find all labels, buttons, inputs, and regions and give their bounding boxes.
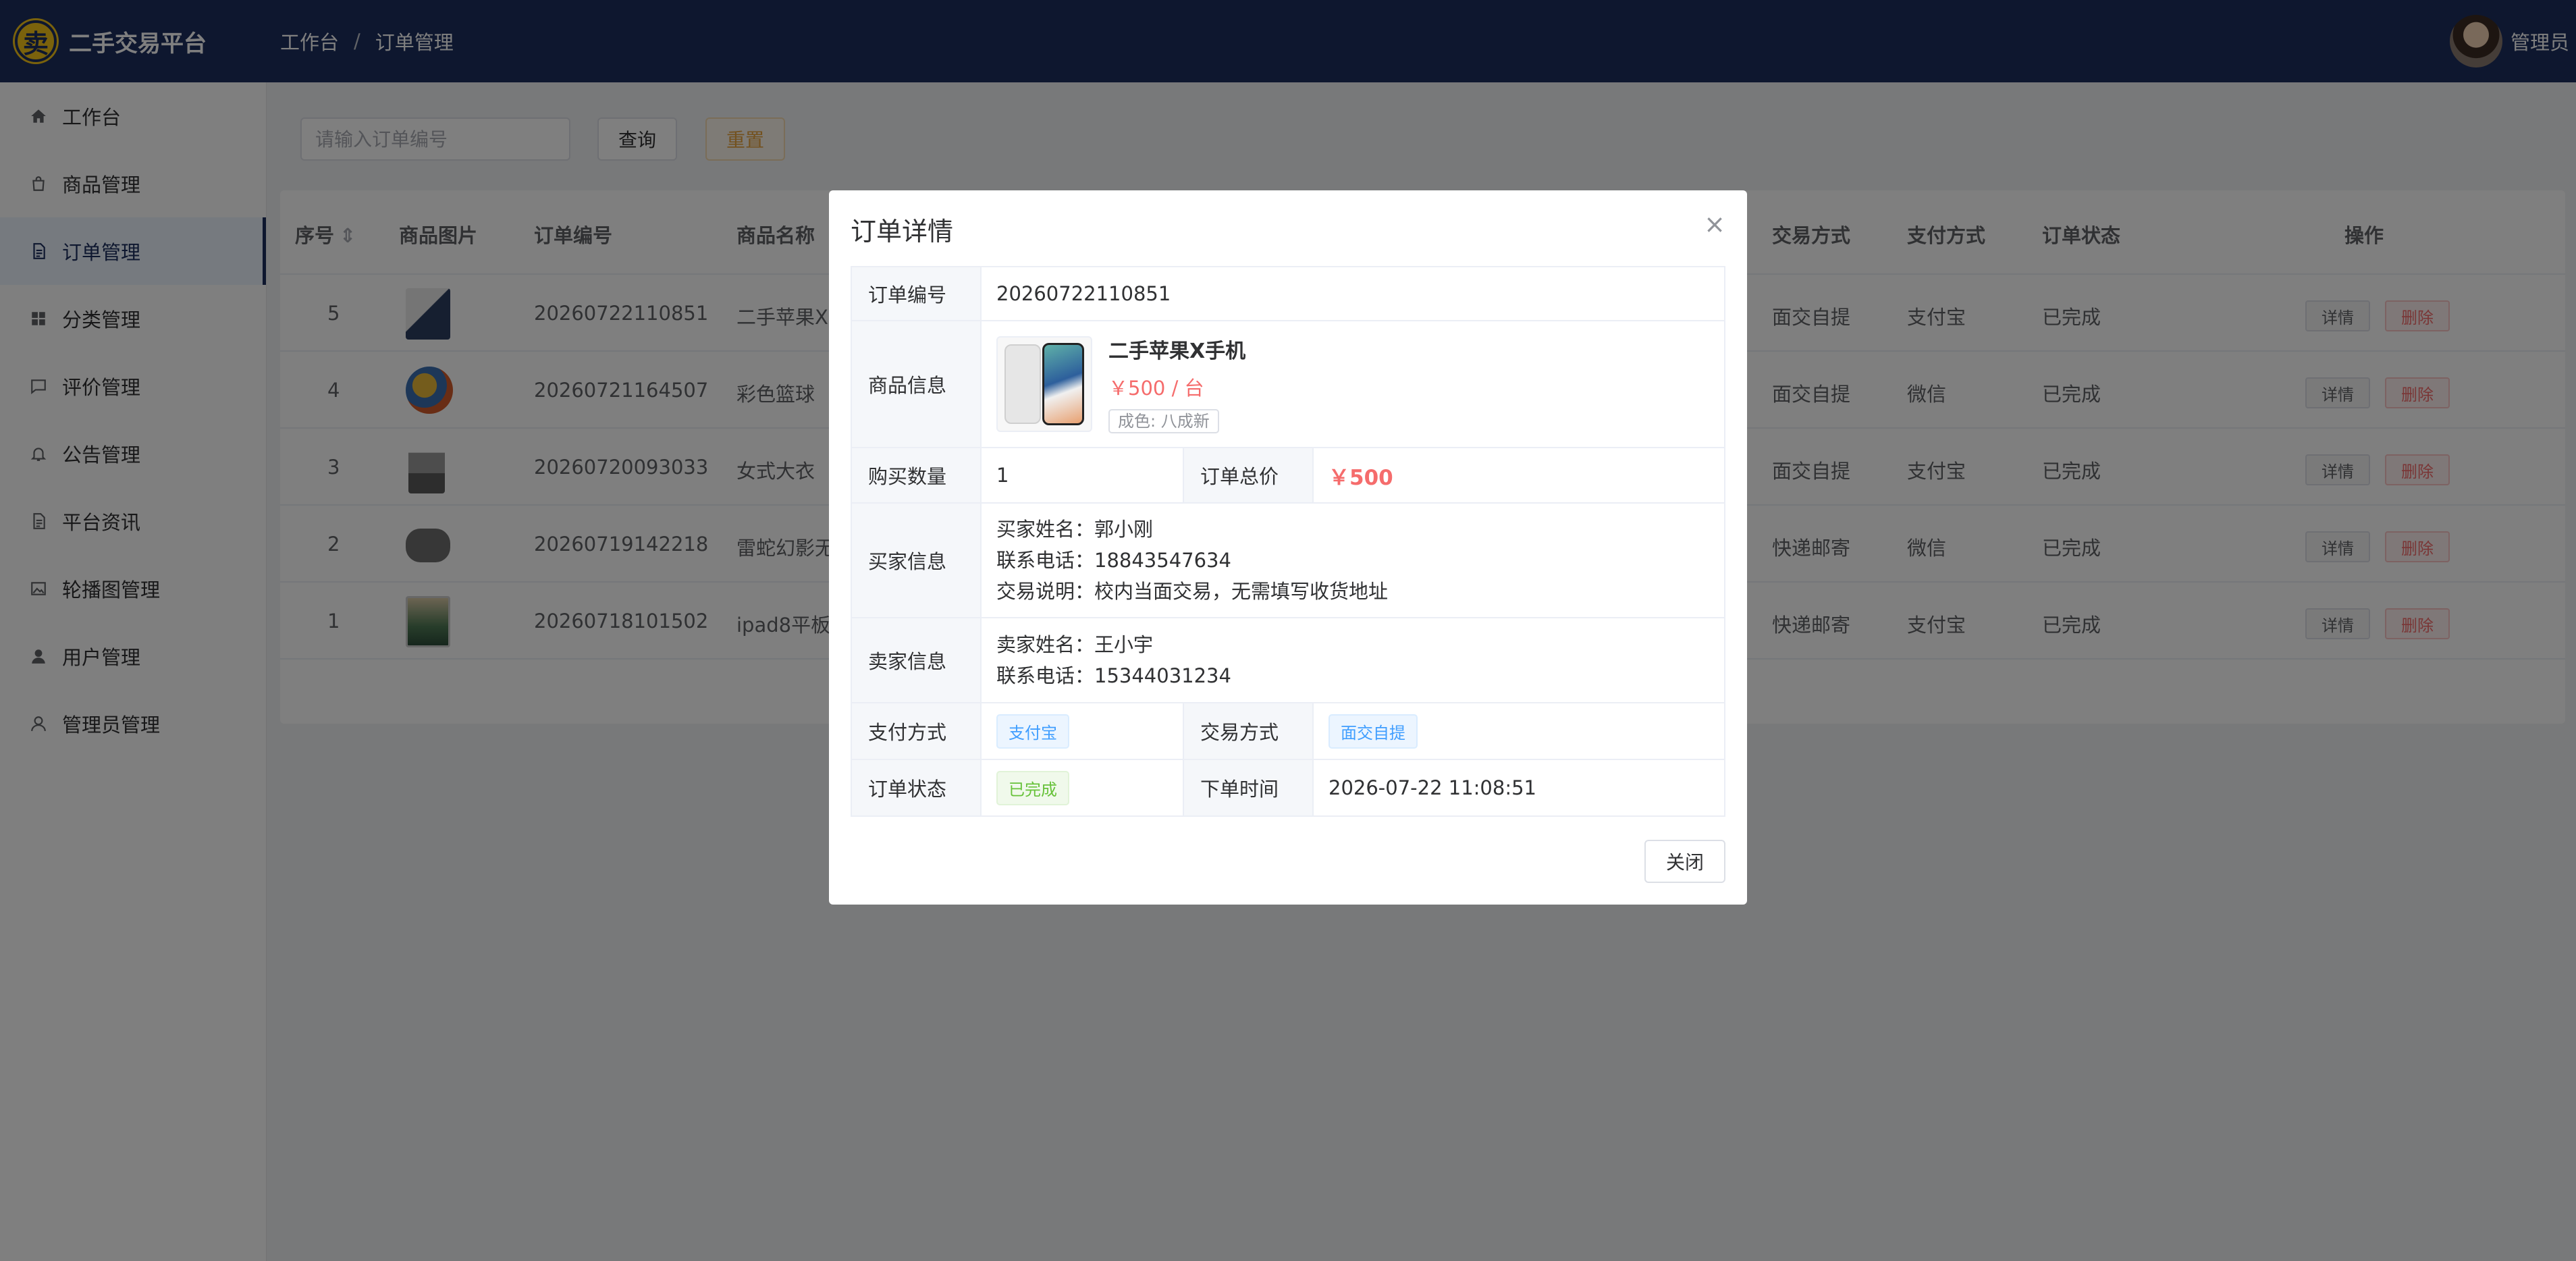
label-buyer-info: 买家信息 xyxy=(852,504,982,617)
buyer-name: 买家姓名：郭小刚 xyxy=(996,518,1154,541)
value-trade-method-cell: 面交自提 xyxy=(1314,703,1418,759)
seller-name: 卖家姓名：王小宇 xyxy=(996,633,1154,656)
value-status-cell: 已完成 xyxy=(982,760,1184,815)
product-info-block: 二手苹果X手机 ￥500 / 台 成色: 八成新 xyxy=(982,321,1245,447)
product-price: ￥500 / 台 xyxy=(1108,377,1204,400)
seller-phone: 联系电话：15344031234 xyxy=(996,664,1231,687)
label-quantity: 购买数量 xyxy=(852,448,982,502)
value-quantity: 1 xyxy=(982,448,1184,502)
desc-row-product-info: 商品信息 二手苹果X手机 ￥500 / 台 成色: 八成新 xyxy=(852,321,1724,448)
label-trade-method: 交易方式 xyxy=(1184,703,1314,759)
value-order-time: 2026-07-22 11:08:51 xyxy=(1329,776,1536,799)
label-pay-method: 支付方式 xyxy=(852,703,982,759)
condition-tag: 成色: 八成新 xyxy=(1108,409,1219,433)
product-text: 二手苹果X手机 ￥500 / 台 成色: 八成新 xyxy=(1108,333,1245,435)
buyer-note: 交易说明：校内当面交易，无需填写收货地址 xyxy=(996,580,1389,603)
value-total: ￥500 xyxy=(1329,465,1393,490)
label-seller-info: 卖家信息 xyxy=(852,618,982,702)
trade-method-tag: 面交自提 xyxy=(1329,714,1418,749)
desc-row-seller: 卖家信息 卖家姓名：王小宇 联系电话：15344031234 xyxy=(852,618,1724,703)
order-descriptions: 订单编号 20260722110851 商品信息 二手苹果X手机 ￥500 / … xyxy=(851,266,1725,817)
buyer-phone: 联系电话：18843547634 xyxy=(996,549,1231,572)
status-badge: 已完成 xyxy=(996,770,1069,805)
value-order-no: 20260722110851 xyxy=(996,282,1171,305)
order-detail-dialog: 订单详情 × 订单编号 20260722110851 商品信息 二手苹果X手机 … xyxy=(829,190,1747,905)
seller-info-block: 卖家姓名：王小宇 联系电话：15344031234 xyxy=(982,618,1231,702)
desc-row-buyer: 买家信息 买家姓名：郭小刚 联系电话：18843547634 交易说明：校内当面… xyxy=(852,504,1724,618)
close-button[interactable]: 关闭 xyxy=(1644,840,1725,883)
dialog-title: 订单详情 xyxy=(851,217,954,246)
desc-row-quantity-total: 购买数量 1 订单总价 ￥500 xyxy=(852,448,1724,504)
label-product-info: 商品信息 xyxy=(852,321,982,447)
label-order-no: 订单编号 xyxy=(852,267,982,320)
pay-method-tag: 支付宝 xyxy=(996,714,1069,749)
desc-row-status-time: 订单状态 已完成 下单时间 2026-07-22 11:08:51 xyxy=(852,760,1724,815)
label-total: 订单总价 xyxy=(1184,448,1314,502)
value-pay-method-cell: 支付宝 xyxy=(982,703,1184,759)
product-name: 二手苹果X手机 xyxy=(1108,340,1246,363)
label-order-time: 下单时间 xyxy=(1184,760,1314,815)
desc-row-payment-trade: 支付方式 支付宝 交易方式 面交自提 xyxy=(852,703,1724,760)
label-status: 订单状态 xyxy=(852,760,982,815)
close-icon[interactable]: × xyxy=(1704,209,1725,239)
product-image[interactable] xyxy=(996,336,1092,432)
desc-row-order-no: 订单编号 20260722110851 xyxy=(852,267,1724,321)
buyer-info-block: 买家姓名：郭小刚 联系电话：18843547634 交易说明：校内当面交易，无需… xyxy=(982,504,1388,617)
